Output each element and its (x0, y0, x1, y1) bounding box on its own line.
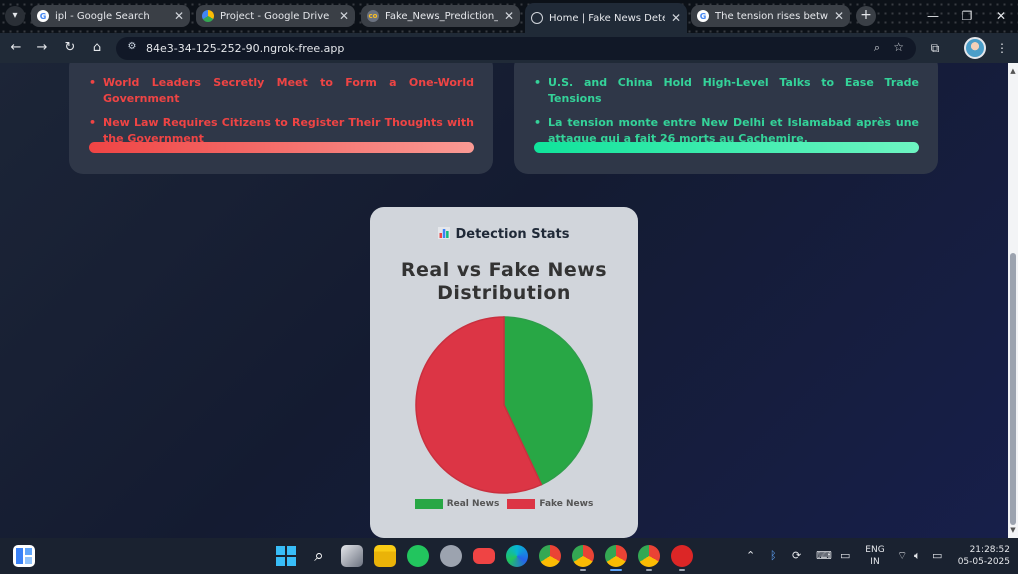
legend-item-fake[interactable]: Fake News (507, 499, 593, 509)
forward-button[interactable]: → (32, 38, 52, 58)
running-indicator (580, 569, 586, 571)
close-icon[interactable]: ✕ (671, 11, 681, 25)
chrome-active-icon[interactable] (605, 545, 627, 567)
tab-strip: ▾ G ipl - Google Search ✕ Project - Goog… (0, 0, 1018, 33)
back-button[interactable]: ← (6, 38, 26, 58)
browser-toolbar: ← → ↻ ⌂ ⚙ 84e3-34-125-252-90.ngrok-free.… (0, 33, 1018, 63)
chrome-icon[interactable] (539, 545, 561, 567)
scrollbar-thumb[interactable] (1010, 253, 1016, 525)
home-button[interactable]: ⌂ (87, 38, 107, 58)
bookmark-star-icon[interactable]: ☆ (893, 40, 904, 54)
display-icon[interactable]: ▭ (840, 549, 850, 562)
detection-stats-card: Detection Stats Real vs Fake News Distri… (370, 207, 638, 538)
legend-item-real[interactable]: Real News (414, 499, 500, 509)
scroll-down-icon[interactable]: ▼ (1009, 526, 1017, 534)
fake-news-card: World Leaders Secretly Meet to Form a On… (69, 63, 493, 174)
chevron-up-icon[interactable]: ⌃ (746, 549, 755, 562)
new-tab-button[interactable]: + (856, 6, 876, 26)
system-clock[interactable]: 21:28:52 05-05-2025 (950, 544, 1010, 568)
close-window-button[interactable]: ✕ (984, 0, 1018, 33)
scroll-up-icon[interactable]: ▲ (1009, 67, 1017, 75)
windows-taskbar: ⌕ ⌃ ᛒ ⟳ ⌨ ▭ ENG IN ⌔ 🔈︎ ▭ 21:28:52 05-05… (0, 538, 1018, 574)
google-icon: G (37, 10, 49, 22)
chart-legend: Real News Fake News (370, 499, 638, 509)
tab-tension-search[interactable]: G The tension rises between N ✕ (691, 5, 850, 27)
edge-icon[interactable] (506, 545, 528, 567)
reload-button[interactable]: ↻ (60, 38, 80, 58)
tab-search-button[interactable]: ▾ (5, 6, 25, 26)
start-windows-icon[interactable] (275, 545, 297, 567)
page-scrollbar[interactable]: ▲ ▼ (1008, 63, 1018, 538)
sync-icon[interactable]: ⟳ (792, 549, 801, 562)
stats-heading-text: Detection Stats (455, 227, 570, 242)
tab-title: The tension rises between N (715, 10, 828, 22)
page-viewport: World Leaders Secretly Meet to Form a On… (0, 63, 1008, 538)
tab-title: Home | Fake News Detector (549, 12, 665, 24)
file-explorer-icon[interactable] (374, 545, 396, 567)
region-code: IN (870, 557, 880, 567)
url-text: 84e3-34-125-252-90.ngrok-free.app (146, 42, 345, 55)
menu-kebab-icon[interactable]: ⋮ (992, 38, 1012, 58)
volume-icon[interactable]: 🔈︎ (914, 549, 921, 563)
chrome-alt-icon[interactable] (638, 545, 660, 567)
tab-title: ipl - Google Search (55, 10, 150, 22)
search-icon[interactable]: ⌕ (308, 545, 330, 567)
close-icon[interactable]: ✕ (504, 9, 514, 23)
profile-avatar[interactable] (964, 37, 986, 59)
battery-icon[interactable]: ▭ (932, 549, 942, 562)
real-news-card: U.S. and China Hold High-Level Talks to … (514, 63, 938, 174)
running-indicator (646, 569, 652, 571)
tab-title: Project - Google Drive (220, 10, 330, 22)
extensions-icon[interactable]: ⧉ (925, 38, 945, 58)
google-icon: G (697, 10, 709, 22)
tab-google-drive[interactable]: Project - Google Drive ✕ (196, 5, 355, 27)
google-drive-icon (202, 10, 214, 22)
legend-swatch-real (414, 499, 443, 509)
widgets-icon[interactable] (13, 545, 35, 567)
restore-button[interactable]: ❐ (950, 0, 984, 33)
task-view-icon[interactable] (341, 545, 363, 567)
powerpoint-icon[interactable] (671, 545, 693, 567)
tab-ipl-search[interactable]: G ipl - Google Search ✕ (31, 5, 190, 27)
distribution-pie-chart (415, 316, 593, 494)
youtube-icon[interactable] (473, 548, 495, 564)
active-indicator (610, 569, 622, 571)
minimize-button[interactable]: — (916, 0, 950, 33)
wifi-icon[interactable]: ⌔ (897, 549, 907, 563)
whatsapp-icon[interactable] (407, 545, 429, 567)
bluetooth-icon[interactable]: ᛒ (770, 549, 777, 562)
real-accuracy-bar (534, 142, 919, 153)
close-icon[interactable]: ✕ (339, 9, 349, 23)
chart-title: Real vs Fake News Distribution (400, 259, 608, 304)
globe-icon (531, 12, 543, 24)
running-indicator (679, 569, 685, 571)
legend-label-fake: Fake News (539, 499, 594, 509)
zoom-icon[interactable]: ⌕ (874, 41, 880, 55)
colab-icon: co (367, 10, 379, 22)
tab-colab-notebook[interactable]: co Fake_News_Prediction_New ✕ (361, 5, 520, 27)
chrome-profile-icon[interactable] (572, 545, 594, 567)
site-info-icon[interactable]: ⚙ (122, 41, 142, 57)
address-bar[interactable]: ⚙ 84e3-34-125-252-90.ngrok-free.app ⌕ ☆ (116, 37, 916, 60)
tab-title: Fake_News_Prediction_New (385, 10, 498, 22)
clock-time: 21:28:52 (969, 545, 1010, 555)
language-code: ENG (865, 545, 885, 555)
settings-gear-icon[interactable] (440, 545, 462, 567)
tab-fake-news-detector[interactable]: Home | Fake News Detector ✕ (525, 3, 687, 33)
real-headline-item: U.S. and China Hold High-Level Talks to … (534, 75, 919, 107)
bar-chart-icon (438, 227, 451, 239)
keyboard-icon[interactable]: ⌨ (816, 549, 832, 562)
close-icon[interactable]: ✕ (174, 9, 184, 23)
legend-label-real: Real News (446, 499, 500, 509)
fake-accuracy-bar (89, 142, 474, 153)
fake-headline-item: World Leaders Secretly Meet to Form a On… (89, 75, 474, 107)
legend-swatch-fake (507, 499, 536, 509)
close-icon[interactable]: ✕ (834, 9, 844, 23)
language-indicator[interactable]: ENG IN (864, 544, 886, 568)
clock-date: 05-05-2025 (957, 557, 1010, 567)
stats-heading: Detection Stats (370, 227, 638, 242)
